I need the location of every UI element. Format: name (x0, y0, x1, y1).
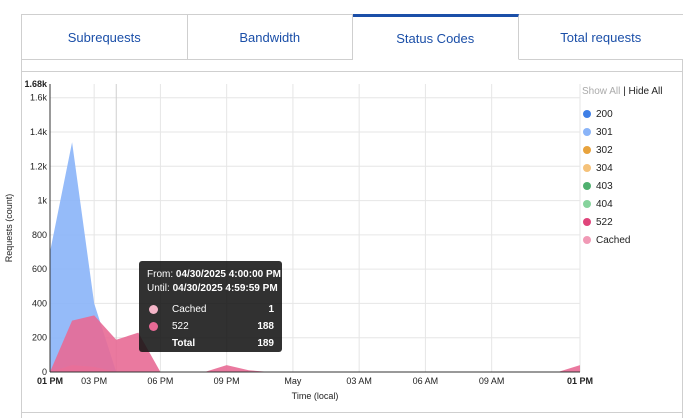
x-tick-label: May (284, 376, 302, 386)
hide-all-link[interactable]: Hide All (629, 86, 663, 97)
legend-item-label: 301 (596, 126, 613, 138)
tooltip-row-value: 188 (257, 321, 274, 332)
legend-item-label: 302 (596, 144, 613, 156)
legend-dot-icon (583, 110, 591, 118)
tooltip-row-value: 1 (268, 304, 274, 315)
legend-dot-icon (583, 182, 591, 190)
chart-tooltip: From: 04/30/2025 4:00:00 PM Until: 04/30… (139, 261, 282, 352)
tooltip-from: From: 04/30/2025 4:00:00 PM (147, 268, 281, 282)
legend-dot-icon (583, 218, 591, 226)
tooltip-row-name: 522 (172, 321, 189, 332)
legend-dot-icon (583, 164, 591, 172)
legend-item-label: 404 (596, 198, 613, 210)
chart-axes (49, 84, 580, 373)
x-tick-label: 09 AM (479, 376, 505, 386)
x-tick-label: 06 PM (147, 376, 173, 386)
legend-item-label: 304 (596, 162, 613, 174)
x-axis-label: Time (local) (292, 391, 339, 401)
tooltip-row-522: 522 188 (147, 319, 274, 334)
tooltip-total-value: 189 (257, 338, 274, 349)
legend-item-304[interactable]: 304 (582, 159, 682, 177)
legend-dot-icon (583, 128, 591, 136)
status-codes-panel: Subrequests Bandwidth Status Codes Total… (0, 0, 690, 418)
y-tick-label: 1.2k (30, 161, 48, 171)
legend-toggle: Show All | Hide All (582, 86, 682, 97)
legend-item-label: Cached (596, 234, 631, 246)
tooltip-row-cached: Cached 1 (147, 302, 274, 317)
legend-item-522[interactable]: 522 (582, 213, 682, 231)
x-tick-label: 01 PM (37, 376, 63, 386)
y-tick-label: 1.4k (30, 127, 48, 137)
status-522-dot-icon (149, 322, 158, 331)
x-tick-label: 01 PM (567, 376, 593, 386)
cached-dot-icon (149, 305, 158, 314)
legend-item-label: 403 (596, 180, 613, 192)
x-tick-label: 09 PM (214, 376, 240, 386)
legend-item-403[interactable]: 403 (582, 177, 682, 195)
legend-item-404[interactable]: 404 (582, 195, 682, 213)
tooltip-row-total: Total 189 (147, 336, 274, 351)
legend-dot-icon (583, 146, 591, 154)
tooltip-until: Until: 04/30/2025 4:59:59 PM (147, 282, 278, 296)
y-tick-label: 600 (32, 264, 47, 274)
tooltip-until-value: 04/30/2025 4:59:59 PM (172, 283, 278, 294)
panel-bottom-border (22, 412, 683, 413)
legend-item-label: 200 (596, 108, 613, 120)
y-tick-label: 1k (37, 196, 47, 206)
legend-item-302[interactable]: 302 (582, 141, 682, 159)
legend-item-label: 522 (596, 216, 613, 228)
legend-dot-icon (583, 236, 591, 244)
legend-item-301[interactable]: 301 (582, 123, 682, 141)
y-tick-label: 800 (32, 230, 47, 240)
y-max-label: 1.68k (24, 79, 48, 89)
y-axis-label: Requests (count) (4, 194, 14, 263)
y-axis-ticks: 02004006008001k1.2k1.4k1.6k (30, 93, 48, 377)
x-tick-label: 06 AM (413, 376, 439, 386)
x-tick-label: 03 PM (81, 376, 107, 386)
show-all-link[interactable]: Show All (582, 86, 620, 97)
legend-dot-icon (583, 200, 591, 208)
chart-legend: Show All | Hide All 200 301 302 304 403 404 52… (582, 86, 682, 249)
tooltip-from-value: 04/30/2025 4:00:00 PM (175, 269, 281, 280)
legend-item-cached[interactable]: Cached (582, 231, 682, 249)
chart-grid (49, 84, 581, 373)
y-tick-label: 400 (32, 298, 47, 308)
tooltip-from-label: From: (147, 269, 174, 280)
tooltip-row-name: Cached (172, 304, 207, 315)
legend-item-200[interactable]: 200 (582, 105, 682, 123)
x-axis-ticks: 01 PM 03 PM 06 PM 09 PM May 03 AM 06 AM 09 AM 01… (37, 376, 593, 386)
x-tick-label: 03 AM (346, 376, 372, 386)
legend-separator: | (623, 86, 626, 97)
legend-items: 200 301 302 304 403 404 522 Cached (582, 105, 682, 249)
series-area-522[interactable] (50, 315, 580, 372)
y-tick-label: 200 (32, 333, 47, 343)
tooltip-total-label: Total (172, 338, 196, 349)
y-tick-label: 1.6k (30, 93, 48, 103)
tooltip-until-label: Until: (147, 283, 170, 294)
